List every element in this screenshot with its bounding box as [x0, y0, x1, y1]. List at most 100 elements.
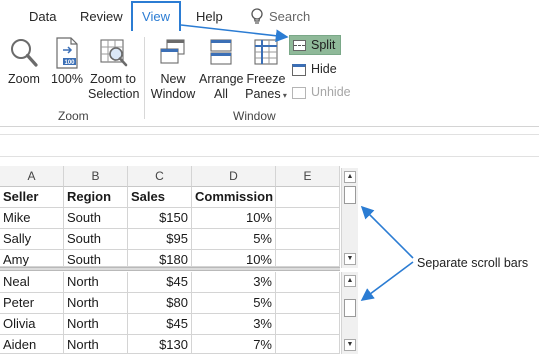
table-cell[interactable]: South [64, 229, 128, 250]
zoom-100-button[interactable]: 100 100% [49, 37, 85, 87]
new-window-button[interactable]: New Window [149, 37, 197, 102]
arrange-all-button[interactable]: Arrange All [199, 37, 243, 102]
freeze-panes-label-2: Panes ▾ [245, 87, 287, 101]
header-cell-region[interactable]: Region [64, 187, 128, 208]
svg-text:100: 100 [64, 60, 75, 66]
table-cell[interactable]: $130 [128, 335, 192, 354]
header-cell-seller[interactable]: Seller [0, 187, 64, 208]
new-window-icon [160, 39, 185, 64]
table-cell[interactable]: North [64, 272, 128, 293]
scroll-down-arrow-icon[interactable]: ▼ [344, 339, 356, 351]
table-cell[interactable]: North [64, 335, 128, 354]
new-window-label-2: Window [150, 87, 196, 101]
empty-cell[interactable] [276, 314, 340, 335]
lightbulb-icon [251, 8, 263, 24]
search-label: Search [269, 9, 311, 24]
table-cell[interactable]: Olivia [0, 314, 64, 335]
column-header-d[interactable]: D [192, 166, 276, 187]
zoom-to-selection-label-1: Zoom to [90, 72, 136, 86]
table-cell[interactable]: $45 [128, 272, 192, 293]
formula-bar-top-border [0, 134, 539, 135]
split-icon [293, 40, 306, 51]
table-cell[interactable]: South [64, 208, 128, 229]
split-label: Split [311, 38, 336, 52]
bottom-pane-scrollbar[interactable]: ▲ ▼ [341, 272, 358, 354]
zoom-label: Zoom [8, 72, 40, 86]
tab-view[interactable]: View [131, 1, 181, 31]
table-cell[interactable]: $45 [128, 314, 192, 335]
table-cell[interactable]: North [64, 293, 128, 314]
empty-cell[interactable] [276, 229, 340, 250]
table-cell[interactable]: Sally [0, 229, 64, 250]
hide-button[interactable]: Hide [291, 61, 351, 79]
window-group-label: Window [233, 109, 276, 123]
tab-review[interactable]: Review [80, 9, 123, 24]
zoom-100-label: 100% [51, 72, 83, 86]
column-header-e[interactable]: E [276, 166, 340, 187]
unhide-window-icon [292, 87, 306, 99]
ribbon-tabs: Data Review View Help Search [0, 0, 539, 32]
table-cell[interactable]: 10% [192, 208, 276, 229]
table-cell[interactable]: Neal [0, 272, 64, 293]
header-cell-commission[interactable]: Commission [192, 187, 276, 208]
table-cell[interactable]: Aiden [0, 335, 64, 354]
zoom-100-icon: 100 [56, 37, 78, 69]
header-cell-sales[interactable]: Sales [128, 187, 192, 208]
empty-cell[interactable] [276, 293, 340, 314]
bottom-scrollbar-arrow [360, 261, 414, 301]
table-cell[interactable]: 5% [192, 229, 276, 250]
table-cell[interactable]: Mike [0, 208, 64, 229]
table-cell[interactable]: 3% [192, 314, 276, 335]
freeze-panes-button[interactable]: Freeze Panes ▾ [245, 37, 287, 103]
scroll-up-arrow-icon[interactable]: ▲ [344, 275, 356, 287]
worksheet: A B C D E Seller Region Sales Commission… [0, 166, 340, 354]
column-header-b[interactable]: B [64, 166, 128, 187]
table-cell[interactable]: 10% [192, 250, 276, 267]
dropdown-arrow-icon: ▾ [280, 91, 287, 100]
table-cell[interactable]: 3% [192, 272, 276, 293]
table-cell[interactable]: $180 [128, 250, 192, 267]
table-cell[interactable]: 5% [192, 293, 276, 314]
hide-label: Hide [311, 62, 337, 76]
unhide-button[interactable]: Unhide [291, 84, 353, 102]
scroll-thumb[interactable] [344, 299, 356, 317]
table-cell[interactable]: $80 [128, 293, 192, 314]
arrange-all-label-1: Arrange [199, 72, 244, 86]
table-cell[interactable]: $150 [128, 208, 192, 229]
zoom-button[interactable]: Zoom [6, 37, 42, 87]
zoom-group-label: Zoom [58, 109, 89, 123]
tab-help[interactable]: Help [196, 9, 223, 24]
table-cell[interactable]: 7% [192, 335, 276, 354]
zoom-to-selection-label-2: Selection [88, 87, 140, 101]
scroll-down-arrow-icon[interactable]: ▼ [344, 253, 356, 265]
table-cell[interactable]: Amy [0, 250, 64, 267]
top-pane-scrollbar[interactable]: ▲ ▼ [341, 168, 358, 268]
empty-cell[interactable] [276, 335, 340, 354]
arrange-all-icon [210, 39, 232, 65]
column-header-c[interactable]: C [128, 166, 192, 187]
annotation-label: Separate scroll bars [417, 256, 529, 270]
empty-cell[interactable] [276, 208, 340, 229]
table-cell[interactable]: North [64, 314, 128, 335]
freeze-panes-icon [254, 39, 278, 65]
scroll-up-arrow-icon[interactable]: ▲ [344, 171, 356, 183]
group-separator [144, 37, 145, 119]
freeze-panes-label-1: Freeze [246, 72, 286, 86]
empty-cell[interactable] [276, 250, 340, 267]
scroll-thumb[interactable] [344, 186, 356, 204]
ribbon: Zoom 100 100% Zoom to Selection Zoom New… [0, 32, 539, 127]
split-button[interactable]: Split [289, 35, 341, 55]
hide-window-icon [292, 64, 306, 76]
formula-bar-bottom-border [0, 156, 539, 157]
table-cell[interactable]: $95 [128, 229, 192, 250]
column-header-a[interactable]: A [0, 166, 64, 187]
empty-cell[interactable] [276, 272, 340, 293]
pane-split-bar[interactable] [0, 267, 340, 271]
table-cell[interactable]: Peter [0, 293, 64, 314]
tab-data[interactable]: Data [29, 9, 56, 24]
empty-cell[interactable] [276, 187, 340, 208]
table-cell[interactable]: South [64, 250, 128, 267]
new-window-label-1: New [160, 72, 186, 86]
zoom-to-selection-button[interactable]: Zoom to Selection [88, 37, 140, 102]
zoom-to-selection-icon [100, 39, 128, 67]
